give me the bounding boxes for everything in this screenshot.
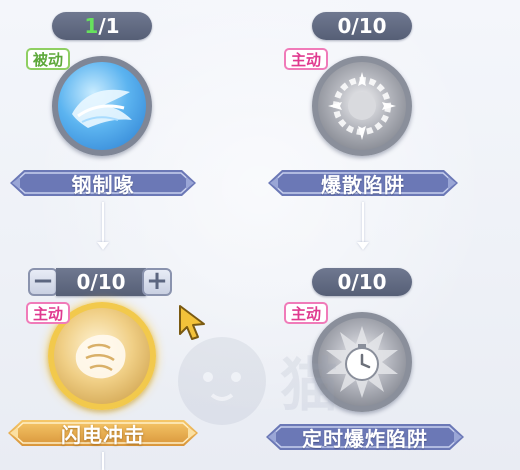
- bird-beak-icon: [72, 89, 132, 128]
- skill-level-current: 1: [84, 14, 99, 38]
- decrease-level-button[interactable]: −: [28, 268, 58, 296]
- skill-name: 闪电冲击: [61, 422, 145, 447]
- connector-right-arrow: [357, 242, 369, 250]
- skill-level-counter: 0/10: [312, 12, 412, 40]
- skill-name: 爆散陷阱: [321, 172, 405, 197]
- cat-logo-icon: 猫: [178, 337, 338, 425]
- skill-type-tag-active: 主动: [284, 302, 329, 324]
- skill-name-banner: 爆散陷阱: [268, 166, 458, 200]
- connector-bottom-left: [102, 452, 104, 470]
- skill-name: 钢制喙: [71, 172, 135, 197]
- skill-level-counter: 1/1: [52, 12, 152, 40]
- skill-level-max: 1: [105, 14, 120, 38]
- watermark-text: 猫: [280, 351, 338, 419]
- connector-left-arrow: [97, 242, 109, 250]
- explosion-icon: [328, 72, 396, 140]
- skill-type-tag-passive: 被动: [26, 48, 71, 70]
- increase-level-button[interactable]: +: [142, 268, 172, 296]
- connector-left: [102, 202, 104, 244]
- connector-right: [362, 202, 364, 244]
- skill-level-text: 0/10: [337, 14, 387, 38]
- skill-level-text: 0/10: [337, 270, 387, 294]
- skill-name-banner: 钢制喙: [10, 166, 196, 200]
- skill-type-tag-active: 主动: [26, 302, 71, 324]
- skill-icon-burst-trap[interactable]: [312, 56, 412, 156]
- skill-level-counter: 0/10: [312, 268, 412, 296]
- skill-level-counter: 0/10: [56, 268, 146, 296]
- skill-icon-steel-beak[interactable]: [52, 56, 152, 156]
- skill-level-text: 0/10: [76, 270, 126, 294]
- level-separator: /: [98, 14, 106, 38]
- skill-type-tag-active: 主动: [284, 48, 329, 70]
- watermark-logo: 猫: [170, 325, 500, 435]
